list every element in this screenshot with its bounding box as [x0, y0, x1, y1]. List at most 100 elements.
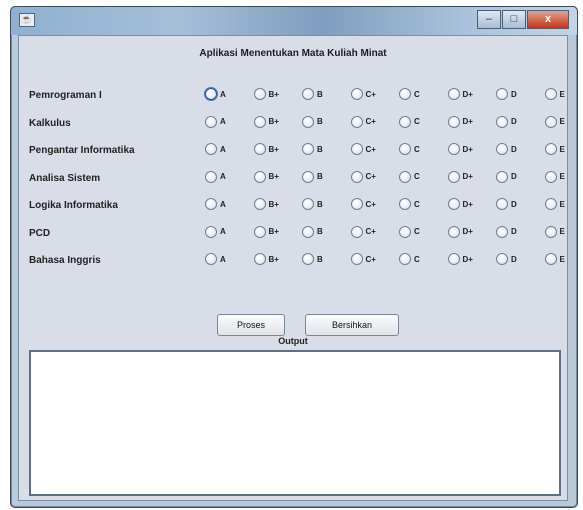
grade-option[interactable]: D+	[447, 253, 497, 265]
grade-option[interactable]: D+	[447, 143, 497, 155]
grade-radio[interactable]	[350, 225, 363, 238]
grade-option[interactable]: B+	[253, 225, 303, 238]
grade-radio[interactable]	[350, 170, 363, 183]
grade-radio[interactable]	[399, 253, 411, 265]
grade-radio[interactable]	[302, 225, 314, 238]
grade-radio[interactable]	[253, 253, 266, 265]
grade-option[interactable]: B	[302, 115, 351, 128]
close-button[interactable]: x	[527, 10, 569, 29]
grade-option[interactable]: E	[544, 170, 583, 183]
grade-option[interactable]: E	[544, 143, 583, 155]
grade-option[interactable]: C+	[350, 198, 400, 210]
grade-radio[interactable]	[253, 225, 266, 238]
grade-option[interactable]: D+	[447, 225, 497, 238]
grade-option[interactable]: A	[205, 253, 254, 265]
grade-radio[interactable]	[399, 115, 411, 128]
grade-option[interactable]: D+	[447, 115, 497, 128]
grade-radio[interactable]	[205, 88, 217, 100]
output-textarea[interactable]	[29, 350, 561, 496]
grade-option[interactable]: A	[205, 170, 254, 183]
bersihkan-button[interactable]: Bersihkan	[305, 314, 399, 336]
grade-radio[interactable]	[544, 143, 557, 155]
grade-radio[interactable]	[253, 170, 266, 183]
grade-radio[interactable]	[302, 198, 314, 210]
grade-option[interactable]: D	[496, 225, 545, 238]
grade-option[interactable]: B	[302, 225, 351, 238]
grade-option[interactable]: A	[205, 88, 254, 100]
grade-radio[interactable]	[205, 225, 217, 238]
grade-option[interactable]: C	[399, 198, 448, 210]
grade-radio[interactable]	[302, 170, 314, 183]
grade-radio[interactable]	[544, 88, 557, 100]
grade-radio[interactable]	[399, 225, 411, 238]
grade-option[interactable]: C+	[350, 115, 400, 128]
grade-radio[interactable]	[447, 225, 460, 238]
grade-radio[interactable]	[205, 143, 217, 155]
grade-radio[interactable]	[447, 198, 460, 210]
grade-option[interactable]: C+	[350, 143, 400, 155]
grade-radio[interactable]	[205, 253, 217, 265]
grade-radio[interactable]	[447, 143, 460, 155]
grade-radio[interactable]	[496, 115, 508, 128]
grade-radio[interactable]	[205, 115, 217, 128]
grade-radio[interactable]	[350, 143, 363, 155]
grade-option[interactable]: D	[496, 198, 545, 210]
grade-option[interactable]: C	[399, 115, 448, 128]
grade-option[interactable]: E	[544, 253, 583, 265]
grade-option[interactable]: E	[544, 88, 583, 100]
grade-radio[interactable]	[302, 143, 314, 155]
grade-option[interactable]: C+	[350, 253, 400, 265]
grade-option[interactable]: B	[302, 198, 351, 210]
grade-option[interactable]: B+	[253, 115, 303, 128]
grade-radio[interactable]	[447, 170, 460, 183]
grade-option[interactable]: C	[399, 170, 448, 183]
grade-radio[interactable]	[302, 253, 314, 265]
grade-radio[interactable]	[253, 88, 266, 100]
grade-radio[interactable]	[302, 115, 314, 128]
grade-option[interactable]: C+	[350, 170, 400, 183]
grade-radio[interactable]	[496, 253, 508, 265]
proses-button[interactable]: Proses	[217, 314, 285, 336]
grade-option[interactable]: B	[302, 253, 351, 265]
grade-radio[interactable]	[544, 198, 557, 210]
grade-radio[interactable]	[302, 88, 314, 100]
grade-option[interactable]: D	[496, 143, 545, 155]
grade-option[interactable]: C+	[350, 88, 400, 100]
grade-radio[interactable]	[496, 198, 508, 210]
grade-option[interactable]: B+	[253, 170, 303, 183]
grade-option[interactable]: C	[399, 225, 448, 238]
grade-radio[interactable]	[544, 115, 557, 128]
maximize-button[interactable]: □	[502, 10, 526, 29]
grade-option[interactable]: D+	[447, 170, 497, 183]
grade-option[interactable]: E	[544, 115, 583, 128]
grade-radio[interactable]	[447, 253, 460, 265]
minimize-button[interactable]: –	[477, 10, 501, 29]
grade-radio[interactable]	[447, 88, 460, 100]
grade-option[interactable]: D	[496, 253, 545, 265]
grade-option[interactable]: B+	[253, 253, 303, 265]
grade-radio[interactable]	[253, 143, 266, 155]
grade-radio[interactable]	[544, 225, 557, 238]
grade-radio[interactable]	[447, 115, 460, 128]
grade-radio[interactable]	[205, 170, 217, 183]
grade-radio[interactable]	[544, 170, 557, 183]
title-bar[interactable]: ☕ – □ x	[11, 7, 577, 35]
grade-option[interactable]: D	[496, 115, 545, 128]
grade-radio[interactable]	[399, 170, 411, 183]
grade-radio[interactable]	[496, 170, 508, 183]
grade-radio[interactable]	[350, 88, 363, 100]
grade-option[interactable]: A	[205, 198, 254, 210]
grade-radio[interactable]	[496, 88, 508, 100]
grade-option[interactable]: A	[205, 115, 254, 128]
grade-option[interactable]: D	[496, 170, 545, 183]
grade-option[interactable]: B	[302, 170, 351, 183]
grade-option[interactable]: B	[302, 143, 351, 155]
grade-option[interactable]: B	[302, 88, 351, 100]
grade-option[interactable]: B+	[253, 198, 303, 210]
grade-radio[interactable]	[399, 198, 411, 210]
grade-radio[interactable]	[399, 88, 411, 100]
grade-option[interactable]: E	[544, 198, 583, 210]
grade-option[interactable]: C	[399, 143, 448, 155]
grade-option[interactable]: B+	[253, 143, 303, 155]
grade-option[interactable]: A	[205, 143, 254, 155]
